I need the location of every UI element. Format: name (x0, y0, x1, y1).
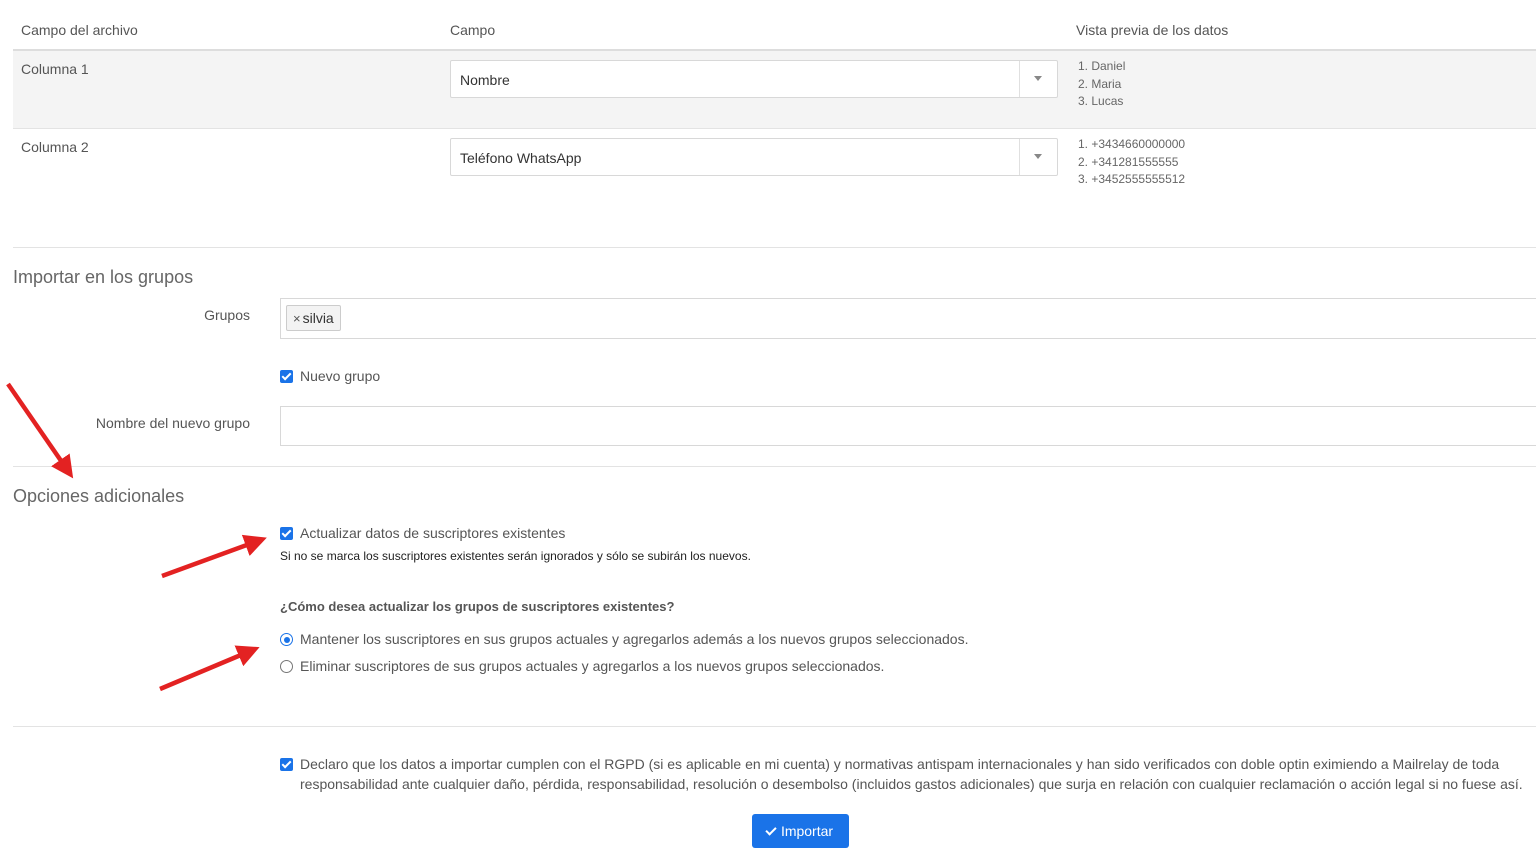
column-header-preview: Vista previa de los datos (1076, 22, 1229, 38)
preview-item: 3. +3452555555512 (1078, 172, 1186, 186)
gdpr-declaration-checkbox[interactable] (280, 758, 293, 771)
section-divider (13, 466, 1536, 467)
preview-item: 1. Daniel (1078, 59, 1126, 73)
section-divider (13, 247, 1536, 248)
new-group-name-input[interactable] (280, 406, 1536, 446)
update-existing-help: Si no se marca los suscriptores existent… (280, 549, 751, 563)
dropdown-toggle[interactable] (1019, 139, 1057, 175)
preview-item: 2. Maria (1078, 76, 1122, 91)
new-group-checkbox[interactable] (280, 370, 293, 383)
check-icon (765, 823, 777, 836)
data-preview-column-1: 1. Daniel 2. Maria 3. Lucas (1078, 58, 1125, 111)
new-group-name-label: Nombre del nuevo grupo (95, 415, 250, 431)
preview-item: 1. +3434660000000 (1078, 137, 1186, 151)
column-header-file-field: Campo del archivo (21, 22, 138, 38)
field-select-value: Nombre (460, 72, 510, 88)
keep-groups-radio[interactable] (280, 633, 293, 646)
dropdown-toggle[interactable] (1019, 61, 1057, 97)
field-select-value: Teléfono WhatsApp (460, 150, 582, 166)
preview-item: 2. +341281555555 (1078, 154, 1179, 169)
keep-groups-label: Mantener los suscriptores en sus grupos … (300, 631, 969, 647)
annotation-arrow-icon (159, 645, 260, 692)
group-tag-label: silvia (302, 310, 334, 326)
additional-options-title: Opciones adicionales (13, 486, 185, 506)
chevron-down-icon (1034, 154, 1042, 159)
preview-item: 3. Lucas (1078, 94, 1124, 108)
update-existing-label: Actualizar datos de suscriptores existen… (300, 525, 566, 541)
row-divider (13, 128, 1536, 129)
chevron-down-icon (1034, 76, 1042, 81)
groups-multiselect[interactable]: × silvia (280, 298, 1536, 339)
data-preview-column-2: 1. +3434660000000 2. +341281555555 3. +3… (1078, 136, 1185, 189)
replace-groups-radio[interactable] (280, 660, 293, 673)
import-button-label: Importar (780, 823, 834, 839)
group-tag: × silvia (286, 305, 341, 331)
update-groups-question: ¿Cómo desea actualizar los grupos de sus… (280, 599, 675, 614)
remove-tag-icon[interactable]: × (293, 311, 301, 326)
replace-groups-label: Eliminar suscriptores de sus grupos actu… (300, 658, 885, 674)
field-select-column-2[interactable]: Teléfono WhatsApp (450, 138, 1058, 176)
new-group-checkbox-label: Nuevo grupo (300, 368, 381, 384)
column-header-field: Campo (450, 22, 496, 38)
row-label: Columna 2 (21, 139, 89, 155)
import-button[interactable]: Importar (752, 814, 849, 848)
annotation-arrow-icon (161, 534, 267, 579)
section-divider (13, 726, 1536, 727)
groups-label: Grupos (204, 307, 250, 323)
gdpr-declaration-text: Declaro que los datos a importar cumplen… (300, 756, 1523, 792)
groups-section-title: Importar en los grupos (13, 267, 194, 287)
field-select-column-1[interactable]: Nombre (450, 60, 1058, 98)
row-label: Columna 1 (21, 61, 89, 77)
update-existing-checkbox[interactable] (280, 527, 293, 540)
